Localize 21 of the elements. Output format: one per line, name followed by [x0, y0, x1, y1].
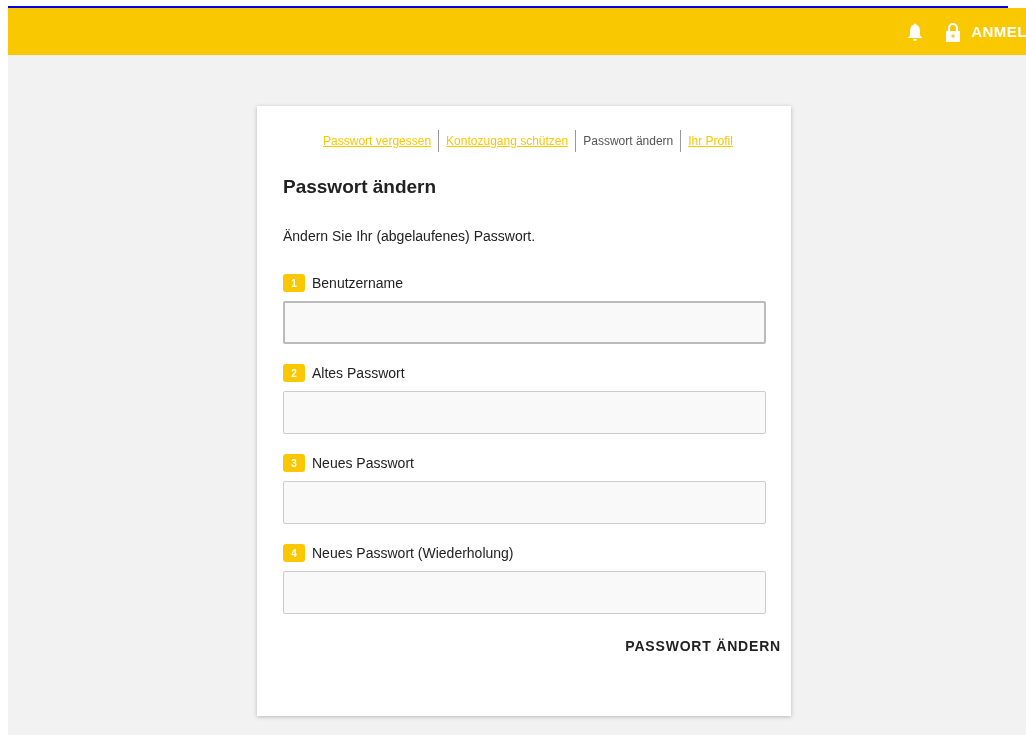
step-number: 4	[283, 544, 305, 562]
form-title: Passwort ändern	[283, 176, 438, 198]
login-button[interactable]: ANMEL	[945, 21, 1026, 42]
tab-link[interactable]: Passwort vergessen	[323, 134, 432, 148]
field-label: Neues Passwort	[312, 455, 414, 471]
tab-link[interactable]: Kontozugang schützen	[446, 134, 569, 148]
step-number: 1	[283, 274, 305, 292]
lock-icon	[945, 21, 962, 42]
tab-link[interactable]: Ihr Profil	[688, 134, 733, 148]
field-label: Neues Passwort (Wiederholung)	[312, 545, 514, 561]
field-label: Benutzername	[312, 275, 404, 291]
input-field[interactable]	[283, 571, 766, 614]
input-field[interactable]	[283, 301, 766, 344]
step-number: 2	[283, 364, 305, 382]
input-field[interactable]	[283, 481, 766, 524]
submit-button[interactable]: PASSWORT ÄNDERN	[625, 634, 781, 658]
input-field[interactable]	[283, 391, 766, 434]
tab-link[interactable]: Passwort ändern	[583, 134, 674, 148]
step-number: 3	[283, 454, 305, 472]
form-description: Ändern Sie Ihr (abgelaufenes) Passwort.	[283, 228, 537, 244]
field-label: Altes Passwort	[312, 365, 405, 381]
